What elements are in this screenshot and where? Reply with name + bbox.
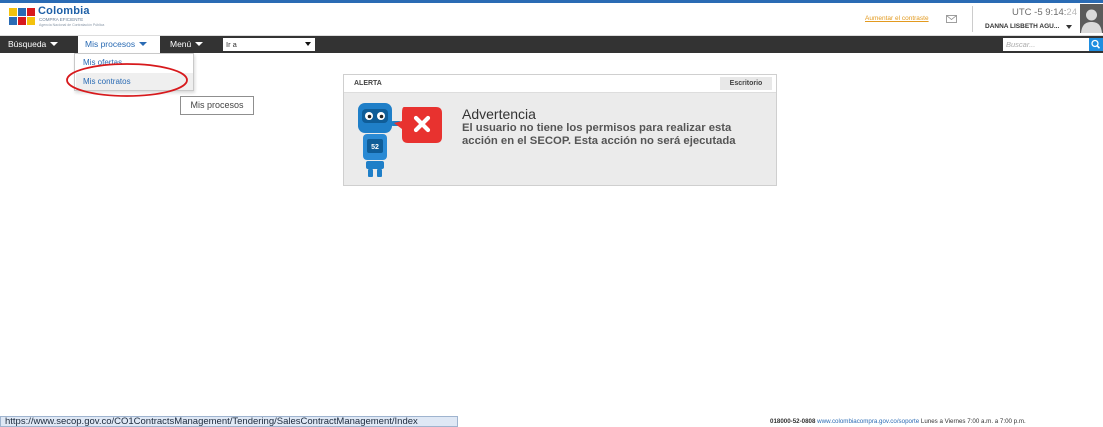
alert-context-tag: Escritorio: [720, 77, 772, 90]
user-silhouette-icon: [1081, 9, 1102, 33]
nav-mis-procesos[interactable]: Mis procesos: [78, 36, 160, 53]
utc-seconds: 24: [1066, 7, 1077, 18]
goto-select[interactable]: Ir a: [223, 38, 315, 51]
chevron-down-icon: [139, 42, 148, 46]
nav-mis-procesos-label: Mis procesos: [85, 39, 136, 49]
browser-status-url: https://www.secop.gov.co/CO1ContractsMan…: [0, 416, 458, 427]
footer-contact: 018000-52-0808 www.colombiacompra.gov.co…: [770, 418, 1026, 425]
nav-menu-label: Menú: [170, 39, 192, 49]
robot-mascot-icon: 52: [358, 103, 442, 177]
alert-title: ALERTA: [354, 80, 382, 87]
highlight-ellipse: [66, 63, 188, 97]
goto-select-value: Ir a: [226, 40, 237, 49]
mail-icon[interactable]: [946, 15, 957, 23]
logo-flag-icon: [9, 8, 35, 28]
alert-message: El usuario no tiene los permisos para re…: [462, 122, 736, 147]
utc-label: UTC -5: [1012, 7, 1043, 18]
main-navbar: Búsqueda Mis procesos Menú: [0, 36, 1103, 53]
user-name[interactable]: DANNA LISBETH AGU...: [985, 23, 1059, 30]
header-divider: [972, 6, 973, 32]
alert-heading: Advertencia: [462, 106, 536, 122]
chevron-down-icon: [305, 42, 311, 46]
utc-clock: UTC -5 9:14:24: [1012, 7, 1077, 18]
header-accent-bar: [0, 0, 1103, 3]
footer-phone: 018000-52-0808: [770, 418, 816, 425]
logo-name: Colombia: [38, 5, 90, 17]
chevron-down-icon: [195, 42, 204, 46]
alert-header: ALERTA Escritorio: [344, 75, 776, 93]
colombia-compra-logo[interactable]: Colombia COMPRA EFICIENTE Agencia Nacion…: [9, 5, 119, 32]
user-menu-caret-icon[interactable]: [1066, 25, 1072, 29]
utc-time: 9:14:: [1045, 7, 1067, 18]
nav-busqueda-label: Búsqueda: [8, 39, 47, 49]
search-button[interactable]: [1089, 38, 1103, 51]
search-icon: [1091, 39, 1101, 49]
increase-contrast-link[interactable]: Aumentar el contraste: [865, 15, 929, 22]
avatar[interactable]: [1080, 4, 1103, 33]
footer-hours: Lunes a Viernes 7:00 a.m. a 7:00 p.m.: [920, 418, 1026, 425]
top-header: Colombia COMPRA EFICIENTE Agencia Nacion…: [0, 0, 1103, 36]
logo-subtitle: Agencia Nacional de Contratación Pública: [39, 23, 105, 27]
logo-tagline: COMPRA EFICIENTE: [39, 17, 84, 22]
alert-panel: ALERTA Escritorio 52 Advertencia El usua…: [343, 74, 777, 186]
chevron-down-icon: [50, 42, 59, 46]
nav-menu[interactable]: Menú: [170, 36, 204, 53]
robot-badge: 52: [371, 144, 379, 151]
mis-procesos-tooltip: Mis procesos: [180, 96, 254, 115]
search-input[interactable]: [1003, 38, 1089, 51]
nav-busqueda[interactable]: Búsqueda: [8, 36, 59, 53]
footer-support-link[interactable]: www.colombiacompra.gov.co/soporte: [817, 418, 919, 425]
